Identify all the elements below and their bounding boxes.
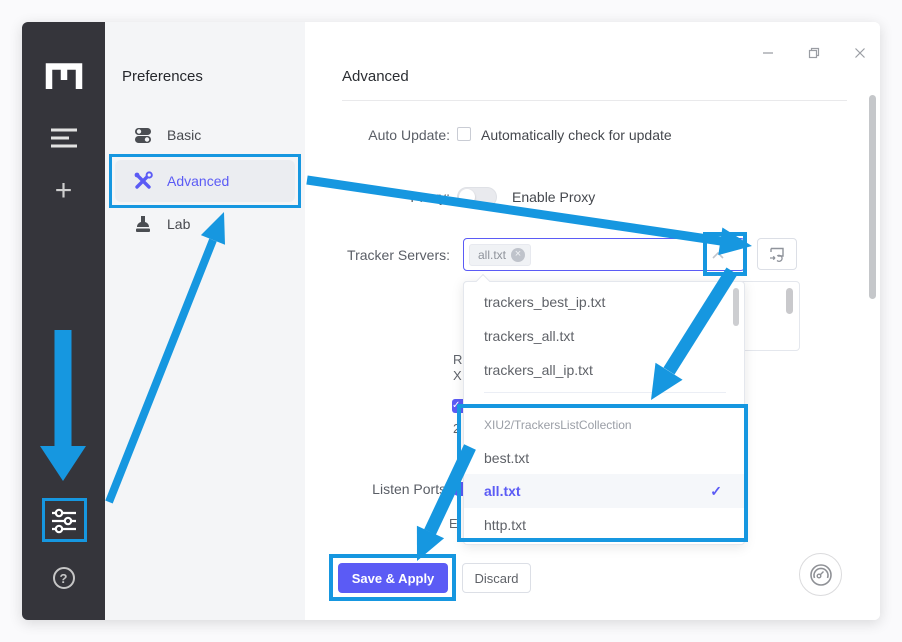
minimize-icon	[762, 47, 774, 59]
tracker-dropdown: trackers_best_ip.txt trackers_all.txt tr…	[463, 281, 745, 545]
sidebar: + ?	[22, 22, 105, 620]
sync-trackers-button[interactable]	[757, 238, 797, 270]
advanced-icon	[133, 171, 153, 191]
help-icon: ?	[53, 567, 75, 589]
sync-icon	[768, 246, 786, 262]
tracker-servers-label: Tracker Servers:	[305, 247, 450, 263]
dropdown-item[interactable]: trackers_best_ip.txt	[464, 285, 744, 319]
chevron-up-icon[interactable]	[712, 251, 724, 259]
screen: + ? Preferences	[0, 0, 902, 642]
obscured-radio-fragment	[452, 482, 463, 496]
lab-icon	[133, 214, 153, 234]
task-list-icon[interactable]	[22, 126, 105, 150]
basic-icon	[133, 125, 153, 145]
panel-title: Preferences	[122, 68, 203, 85]
speed-limit-button[interactable]	[799, 553, 842, 596]
textarea-scrollbar[interactable]	[786, 288, 793, 314]
dropdown-scrollbar[interactable]	[733, 288, 739, 326]
content-area: Advanced Auto Update: Automatically chec…	[305, 22, 880, 620]
restore-button[interactable]	[807, 46, 820, 59]
auto-update-label: Auto Update:	[305, 127, 450, 143]
restore-icon	[808, 47, 820, 59]
preferences-icon[interactable]	[22, 508, 105, 534]
dropdown-item-label: all.txt	[484, 483, 521, 499]
dropdown-item[interactable]: best.txt	[464, 441, 744, 475]
save-apply-button[interactable]: Save & Apply	[338, 563, 448, 593]
proxy-label: Proxy:	[305, 189, 450, 205]
dropdown-item[interactable]: trackers_all_ip.txt	[464, 353, 744, 387]
listen-ports-label: Listen Ports:	[305, 481, 450, 497]
nav-label: Basic	[167, 127, 201, 143]
discard-button[interactable]: Discard	[462, 563, 531, 593]
minimize-button[interactable]	[761, 46, 774, 59]
selected-tracker-tag: all.txt ×	[469, 244, 531, 266]
tag-remove-icon[interactable]: ×	[511, 248, 525, 262]
proxy-toggle[interactable]	[457, 187, 497, 207]
tag-label: all.txt	[478, 248, 506, 262]
close-icon	[854, 47, 866, 59]
dropdown-divider	[484, 392, 726, 393]
check-icon: ✓	[710, 474, 722, 508]
preferences-panel: Preferences Basic Advanced	[105, 22, 305, 620]
nav-label: Advanced	[167, 173, 229, 189]
speedometer-icon	[808, 562, 834, 588]
help-button[interactable]: ?	[22, 566, 105, 590]
page-title: Advanced	[342, 68, 409, 85]
nav-item-basic[interactable]: Basic	[115, 114, 295, 156]
dropdown-group-label: XIU2/TrackersListCollection	[464, 413, 744, 437]
nav-item-lab[interactable]: Lab	[115, 203, 295, 245]
toggle-knob	[459, 189, 475, 205]
close-button[interactable]	[853, 46, 866, 59]
dropdown-item-selected[interactable]: all.txt ✓	[464, 474, 744, 508]
sliders-icon	[50, 508, 78, 534]
obscured-checkbox-fragment: ✓	[452, 399, 463, 413]
window-controls	[761, 46, 866, 59]
dropdown-item[interactable]: http.txt	[464, 508, 744, 542]
nav-label: Lab	[167, 216, 190, 232]
app-window: + ? Preferences	[22, 22, 880, 620]
hamburger-icon	[50, 128, 78, 148]
dropdown-item[interactable]: trackers_all.txt	[464, 319, 744, 353]
obscured-text-fragment: E	[449, 516, 460, 531]
title-divider	[342, 100, 847, 101]
tracker-servers-select[interactable]: all.txt ×	[463, 238, 745, 271]
auto-update-checkbox-label[interactable]: Automatically check for update	[481, 127, 672, 143]
add-task-icon[interactable]: +	[22, 177, 105, 205]
auto-update-checkbox[interactable]	[457, 127, 471, 141]
nav-item-advanced[interactable]: Advanced	[115, 160, 295, 202]
motrix-logo-icon	[45, 63, 83, 89]
main-scrollbar[interactable]	[869, 95, 876, 299]
proxy-toggle-label[interactable]: Enable Proxy	[512, 189, 595, 205]
help-glyph: ?	[60, 571, 68, 586]
app-logo	[22, 62, 105, 90]
